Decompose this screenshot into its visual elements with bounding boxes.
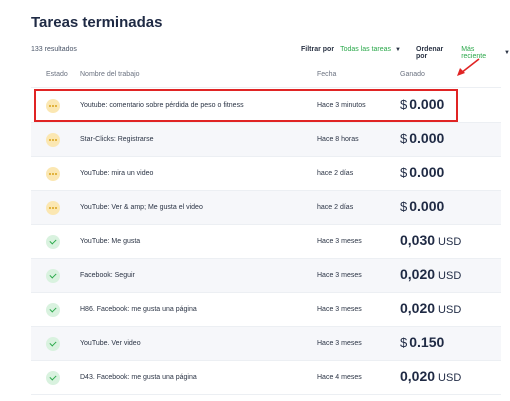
job-date: Hace 3 meses	[317, 340, 362, 347]
table-row[interactable]: Star-Clicks: Registrarse Hace 8 horas $0.0…	[31, 123, 501, 157]
earned-amount: $0.000	[400, 130, 444, 146]
table-row[interactable]: D43. Facebook: me gusta una página Hace 4…	[31, 361, 501, 395]
amount-value: 0,020	[400, 266, 436, 282]
currency-symbol: $	[400, 131, 408, 146]
table-row[interactable]: Facebook: Seguir Hace 3 meses 0,020 USD	[31, 259, 501, 293]
currency-unit: USD	[438, 236, 462, 248]
results-count: 133 resultados	[31, 46, 77, 53]
currency-symbol: $	[400, 165, 408, 180]
job-date: hace 2 días	[317, 204, 354, 211]
job-name: YouTube: Ver & amp; Me gusta el video	[80, 204, 203, 211]
table-row[interactable]: YouTube: mira un video hace 2 días $0.000	[31, 157, 501, 191]
job-date: Hace 3 meses	[317, 272, 362, 279]
amount-value: 0.000	[409, 130, 445, 146]
dots-icon	[46, 201, 60, 215]
job-name: D43. Facebook: me gusta una página	[80, 374, 197, 381]
dots-icon	[46, 133, 60, 147]
column-name: Nombre del trabajo	[80, 71, 140, 78]
earned-amount: $0.150	[400, 334, 444, 350]
arrow-annotation-icon	[457, 58, 480, 76]
order-label: Ordenar por	[416, 46, 444, 60]
job-name: YouTube: mira un video	[80, 170, 154, 177]
job-name: YouTube: Me gusta	[80, 238, 141, 245]
job-date: Hace 3 meses	[317, 238, 362, 245]
job-date: hace 2 días	[317, 170, 354, 177]
filter-value[interactable]: Todas las tareas	[340, 46, 391, 53]
dots-icon	[46, 167, 60, 181]
chevron-down-icon[interactable]: ▼	[504, 50, 510, 56]
currency-unit: USD	[438, 270, 462, 282]
earned-amount: 0,030 USD	[400, 232, 461, 248]
check-icon	[46, 235, 60, 249]
amount-value: 0,030	[400, 232, 436, 248]
job-name: Star-Clicks: Registrarse	[80, 136, 154, 143]
currency-unit: USD	[438, 372, 462, 384]
amount-value: 0,020	[400, 368, 436, 384]
filter-dropdown[interactable]: Filtrar por Todas las tareas ▼	[301, 46, 401, 53]
page-title: Tareas terminadas	[31, 14, 163, 31]
check-icon	[46, 303, 60, 317]
column-date: Fecha	[317, 71, 337, 78]
table-header: Estado Nombre del trabajo Fecha Ganado	[31, 62, 501, 88]
job-date: Hace 8 horas	[317, 136, 359, 143]
highlight-box	[34, 89, 458, 122]
job-date: Hace 3 meses	[317, 306, 362, 313]
job-date: Hace 4 meses	[317, 374, 362, 381]
chevron-down-icon[interactable]: ▼	[395, 47, 401, 53]
column-earned: Ganado	[400, 71, 425, 78]
currency-symbol: $	[400, 335, 408, 350]
earned-amount: $0.000	[400, 164, 444, 180]
check-icon	[46, 337, 60, 351]
filter-label: Filtrar por	[301, 46, 335, 53]
check-icon	[46, 371, 60, 385]
column-status: Estado	[46, 71, 68, 78]
check-icon	[46, 269, 60, 283]
currency-unit: USD	[438, 304, 462, 316]
currency-symbol: $	[400, 199, 408, 214]
earned-amount: $0.000	[400, 198, 444, 214]
earned-amount: 0,020 USD	[400, 300, 461, 316]
earned-amount: 0,020 USD	[400, 266, 461, 282]
job-name: YouTube. Ver video	[80, 340, 141, 347]
amount-value: 0.000	[409, 164, 445, 180]
job-name: Facebook: Seguir	[80, 272, 135, 279]
table-row[interactable]: YouTube. Ver video Hace 3 meses $0.150	[31, 327, 501, 361]
job-name: H86. Facebook: me gusta una página	[80, 306, 197, 313]
table-row[interactable]: YouTube: Me gusta Hace 3 meses 0,030 USD	[31, 225, 501, 259]
table-row[interactable]: YouTube: Ver & amp; Me gusta el video hac…	[31, 191, 501, 225]
amount-value: 0.000	[409, 198, 445, 214]
earned-amount: 0,020 USD	[400, 368, 461, 384]
amount-value: 0,020	[400, 300, 436, 316]
amount-value: 0.150	[409, 334, 445, 350]
table-row[interactable]: H86. Facebook: me gusta una página Hace 3…	[31, 293, 501, 327]
